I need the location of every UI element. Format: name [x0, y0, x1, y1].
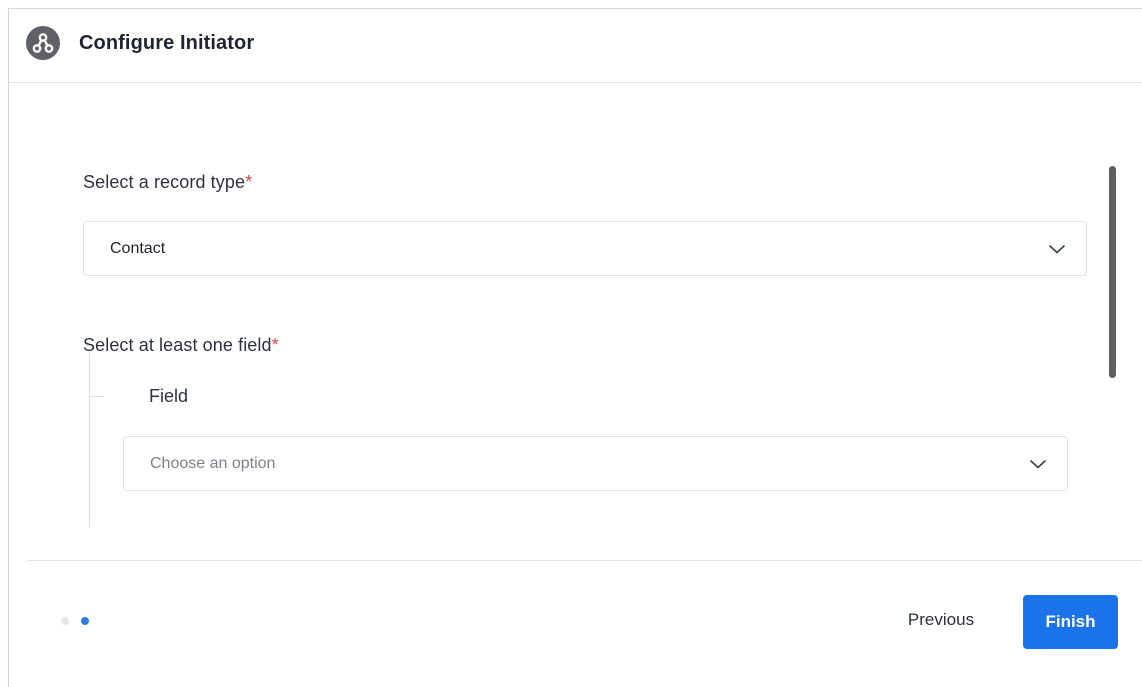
workflow-icon: [26, 26, 60, 60]
chevron-down-icon: [1049, 245, 1065, 254]
record-type-selected-value: Contact: [110, 240, 166, 257]
chevron-down-icon: [1030, 460, 1046, 469]
step-dot-active: [81, 617, 89, 625]
dialog-header: Configure Initiator: [9, 9, 1142, 83]
field-select-placeholder: Choose an option: [150, 455, 276, 472]
footer-divider: [27, 560, 1142, 561]
fields-label-text: Select at least one field: [83, 335, 272, 355]
required-mark: *: [271, 335, 279, 355]
record-type-select[interactable]: Contact: [83, 221, 1087, 276]
previous-button[interactable]: Previous: [891, 599, 991, 641]
fields-label: Select at least one field*: [83, 335, 279, 356]
dialog-title: Configure Initiator: [79, 32, 255, 54]
record-type-label: Select a record type*: [83, 172, 252, 193]
field-label: Field: [149, 386, 189, 406]
tree-connector-vertical: [89, 353, 90, 527]
scrollbar-thumb[interactable]: [1109, 166, 1116, 378]
field-select[interactable]: Choose an option: [123, 436, 1068, 491]
required-mark: *: [245, 172, 253, 192]
configure-initiator-dialog: Configure Initiator Select a record type…: [8, 8, 1142, 687]
tree-connector-horizontal: [90, 396, 104, 397]
finish-button[interactable]: Finish: [1023, 595, 1118, 649]
record-type-label-text: Select a record type: [83, 172, 246, 192]
step-dot-inactive: [61, 617, 69, 625]
